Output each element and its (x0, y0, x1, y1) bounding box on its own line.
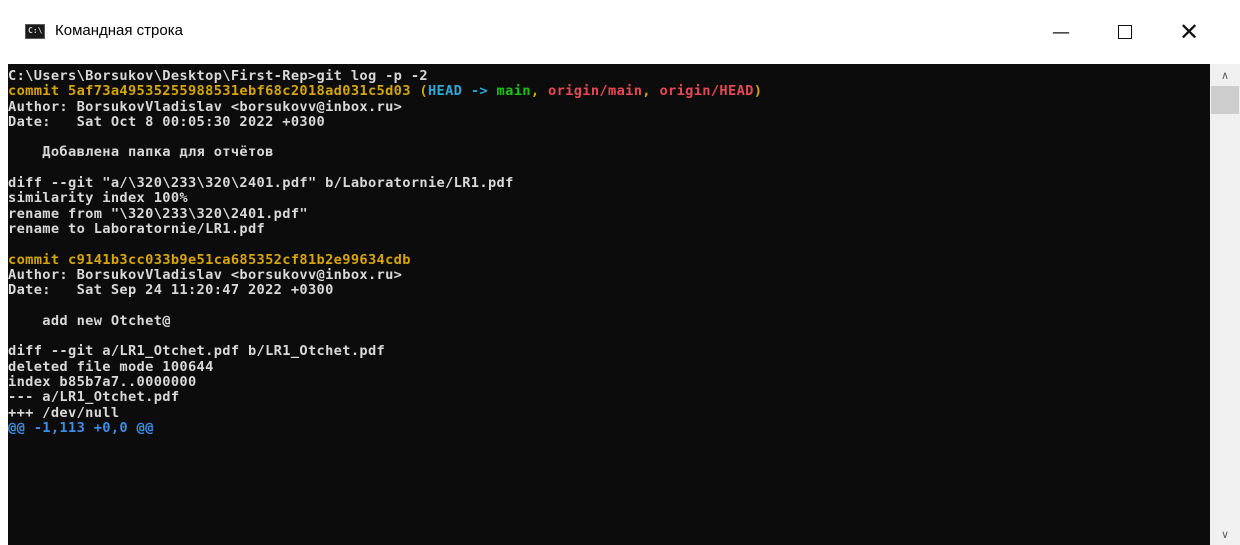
cmd-app-icon[interactable]: C:\ (25, 24, 45, 39)
console-text-segment: ( (419, 83, 428, 100)
scroll-down-button[interactable]: ∨ (1210, 523, 1240, 545)
minimize-button[interactable]: — (1038, 12, 1084, 52)
console-line: rename to Laboratornie/LR1.pdf (8, 220, 762, 237)
console-line: add new Otchet@ (8, 312, 762, 329)
console-text-segment: similarity index 100% (8, 190, 188, 207)
title-bar[interactable]: C:\ Командная строка — ✕ (0, 0, 1240, 64)
console-text-segment: diff --git "a/\320\233\320\2401.pdf" b/L… (8, 175, 514, 192)
maximize-icon (1118, 25, 1132, 39)
console-text-segment: Date: Sat Sep 24 11:20:47 2022 +0300 (8, 282, 334, 299)
console-text-segment: commit c9141b3cc033b9e51ca685352cf81b2e9… (8, 251, 411, 268)
console-text-segment: deleted file mode 100644 (8, 358, 214, 375)
console-text-segment: ) (753, 83, 763, 100)
console-output[interactable]: C:\Users\Borsukov\Desktop\First-Rep>git … (8, 64, 1210, 545)
console-line: commit c9141b3cc033b9e51ca685352cf81b2e9… (8, 251, 762, 268)
console-line: diff --git "a/\320\233\320\2401.pdf" b/L… (8, 175, 762, 192)
scroll-up-button[interactable]: ∧ (1210, 64, 1240, 86)
console-line: Author: BorsukovVladislav <borsukovv@inb… (8, 266, 762, 283)
window-title: Командная строка (55, 22, 183, 39)
maximize-button[interactable] (1102, 12, 1148, 52)
console-text-segment: origin/main (548, 83, 643, 100)
console-line: index b85b7a7..0000000 (8, 373, 762, 390)
console-line: Date: Sat Sep 24 11:20:47 2022 +0300 (8, 283, 762, 298)
console-text-segment: commit 5af73a49535255988531ebf68c2018ad0… (8, 83, 420, 100)
console-text-segment: index b85b7a7..0000000 (8, 373, 197, 390)
cmd-icon-label: C:\ (28, 26, 43, 35)
console-line: rename from "\320\233\320\2401.pdf" (8, 205, 762, 222)
console-line: --- a/LR1_Otchet.pdf (8, 390, 762, 405)
console-text-segment: +++ /dev/null (8, 404, 120, 421)
console-text-segment: rename from "\320\233\320\2401.pdf" (8, 205, 308, 222)
console-text-segment: Date: Sat Oct 8 00:05:30 2022 +0300 (8, 113, 326, 130)
console-line: +++ /dev/null (8, 404, 762, 421)
console-text-segment: Author: BorsukovVladislav <borsukovv@inb… (8, 98, 403, 115)
console-text-segment: @@ -1,113 +0,0 @@ (8, 419, 154, 436)
vertical-scrollbar[interactable]: ∧ ∨ (1210, 64, 1240, 545)
console-text-segment: , (530, 83, 548, 100)
console-text-segment: main (496, 83, 531, 100)
console-text-segment: HEAD -> (427, 83, 497, 100)
close-button[interactable]: ✕ (1166, 12, 1212, 52)
scroll-thumb[interactable] (1211, 86, 1239, 114)
console-line: diff --git a/LR1_Otchet.pdf b/LR1_Otchet… (8, 344, 762, 359)
console-text-segment: Добавлена папка для отчётов (8, 144, 274, 161)
command-prompt-window: C:\ Командная строка — ✕ C:\Users\Borsuk… (0, 0, 1240, 545)
console-line: Date: Sat Oct 8 00:05:30 2022 +0300 (8, 113, 762, 130)
console-line: C:\Users\Borsukov\Desktop\First-Rep>git … (8, 68, 762, 84)
console-text-segment: add new Otchet@ (8, 312, 171, 329)
console-text-segment: diff --git a/LR1_Otchet.pdf b/LR1_Otchet… (8, 343, 386, 360)
console-text-segment: Author: BorsukovVladislav <borsukovv@inb… (8, 266, 403, 283)
console-line: Author: BorsukovVladislav <borsukovv@inb… (8, 98, 762, 115)
console-text-segment: rename to Laboratornie/LR1.pdf (8, 220, 266, 237)
console-line: commit 5af73a49535255988531ebf68c2018ad0… (8, 84, 762, 99)
console-text-segment: --- a/LR1_Otchet.pdf (8, 389, 180, 406)
console-line: deleted file mode 100644 (8, 358, 762, 375)
console-text-segment: origin/HEAD (659, 83, 754, 100)
console-text-segment: C:\Users\Borsukov\Desktop\First-Rep>git … (8, 68, 428, 84)
console-line: similarity index 100% (8, 191, 762, 206)
console-lines: C:\Users\Borsukov\Desktop\First-Rep>git … (8, 68, 762, 436)
console-text-segment: , (642, 83, 660, 100)
console-line: @@ -1,113 +0,0 @@ (8, 419, 762, 436)
console-line: Добавлена папка для отчётов (8, 145, 762, 160)
